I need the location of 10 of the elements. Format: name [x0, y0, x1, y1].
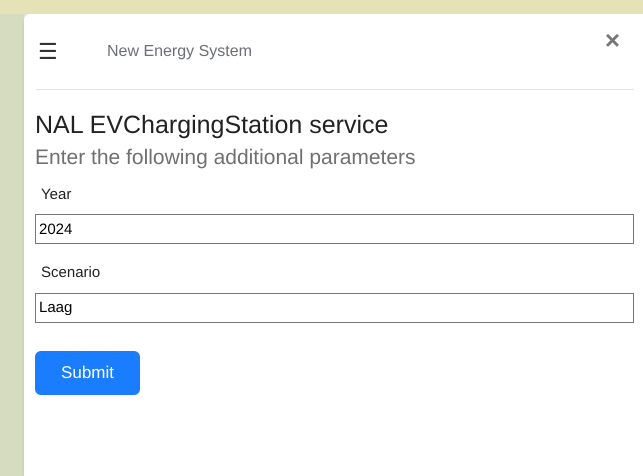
- dialog-subheading: Enter the following additional parameters: [35, 145, 417, 172]
- app-title: New Energy System: [107, 42, 252, 62]
- submit-button[interactable]: Submit: [35, 350, 140, 394]
- dialog-heading: NAL EVChargingStation service: [35, 110, 390, 141]
- close-button[interactable]: ×: [604, 26, 620, 52]
- field-label: Scenario: [41, 263, 102, 283]
- input-field[interactable]: 2024: [35, 214, 634, 244]
- input-field[interactable]: Laag: [35, 292, 634, 322]
- menu-button[interactable]: ☰: [36, 40, 60, 62]
- field-label: Year: [41, 184, 72, 204]
